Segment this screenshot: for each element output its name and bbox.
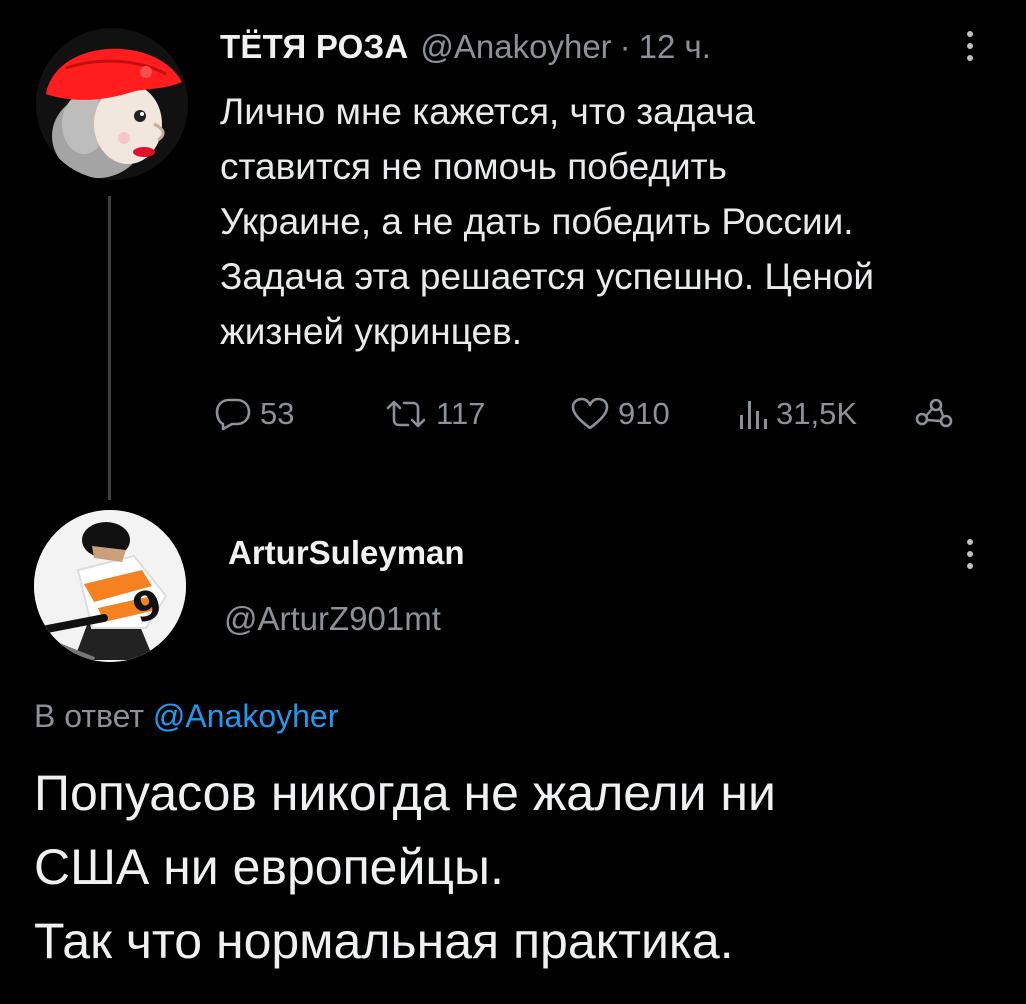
reply-count: 53: [260, 396, 295, 431]
replying-to-mention[interactable]: @Anakoyher: [153, 698, 338, 734]
reply-tweet-text: Попуасов никогда не жалели ни США ни евр…: [34, 756, 1014, 978]
parent-tweet-text: Лично мне кажется, что задача ставится н…: [220, 84, 1000, 359]
share-icon: [914, 397, 954, 431]
tweet-timestamp[interactable]: 12 ч.: [639, 28, 711, 66]
like-count: 910: [618, 396, 670, 431]
share-button[interactable]: [914, 386, 954, 442]
reply-text-line: США ни европейцы.: [34, 839, 504, 895]
retweet-icon: [384, 398, 428, 430]
header-separator: ·: [619, 28, 631, 65]
avatar-artur-suleyman[interactable]: 9: [34, 510, 186, 662]
retweet-count: 117: [436, 396, 486, 431]
parent-tweet-header: ТЁТЯ РОЗА @Anakoyher · 12 ч.: [220, 28, 711, 70]
like-button[interactable]: 910: [570, 386, 670, 442]
reply-icon: [214, 397, 252, 431]
replying-to-label: В ответ: [34, 698, 145, 734]
tweet-text-line: жизней укринцев.: [220, 311, 522, 352]
avatar-teta-roza[interactable]: [36, 28, 188, 180]
thread-line: [108, 196, 111, 500]
tweet-text-line: Украине, а не дать победить России.: [220, 201, 854, 242]
more-vertical-icon[interactable]: [958, 24, 982, 68]
reply-text-line: Попуасов никогда не жалели ни: [34, 765, 776, 821]
replying-to: В ответ @Anakoyher: [34, 698, 338, 735]
tweet-actions-bar: 53 117 910 31,5K: [214, 386, 974, 442]
retweet-button[interactable]: 117: [384, 386, 485, 442]
like-icon: [570, 397, 610, 431]
author-display-name[interactable]: ТЁТЯ РОЗА: [220, 28, 408, 66]
views-button[interactable]: 31,5K: [738, 386, 857, 442]
tweet-text-line: ставится не помочь победить: [220, 146, 727, 187]
tweet-text-line: Лично мне кажется, что задача: [220, 91, 755, 132]
more-vertical-icon[interactable]: [958, 532, 982, 576]
reply-button[interactable]: 53: [214, 386, 294, 442]
views-count: 31,5K: [776, 396, 858, 431]
reply-author-handle[interactable]: @ArturZ901mt: [224, 600, 441, 638]
author-handle[interactable]: @Anakoyher: [420, 28, 611, 66]
reply-text-line: Так что нормальная практика.: [34, 913, 734, 969]
views-icon: [738, 397, 768, 431]
tweet-text-line: Задача эта решается успешно. Ценой: [220, 256, 875, 297]
reply-author-display-name[interactable]: ArturSuleyman: [228, 534, 465, 572]
